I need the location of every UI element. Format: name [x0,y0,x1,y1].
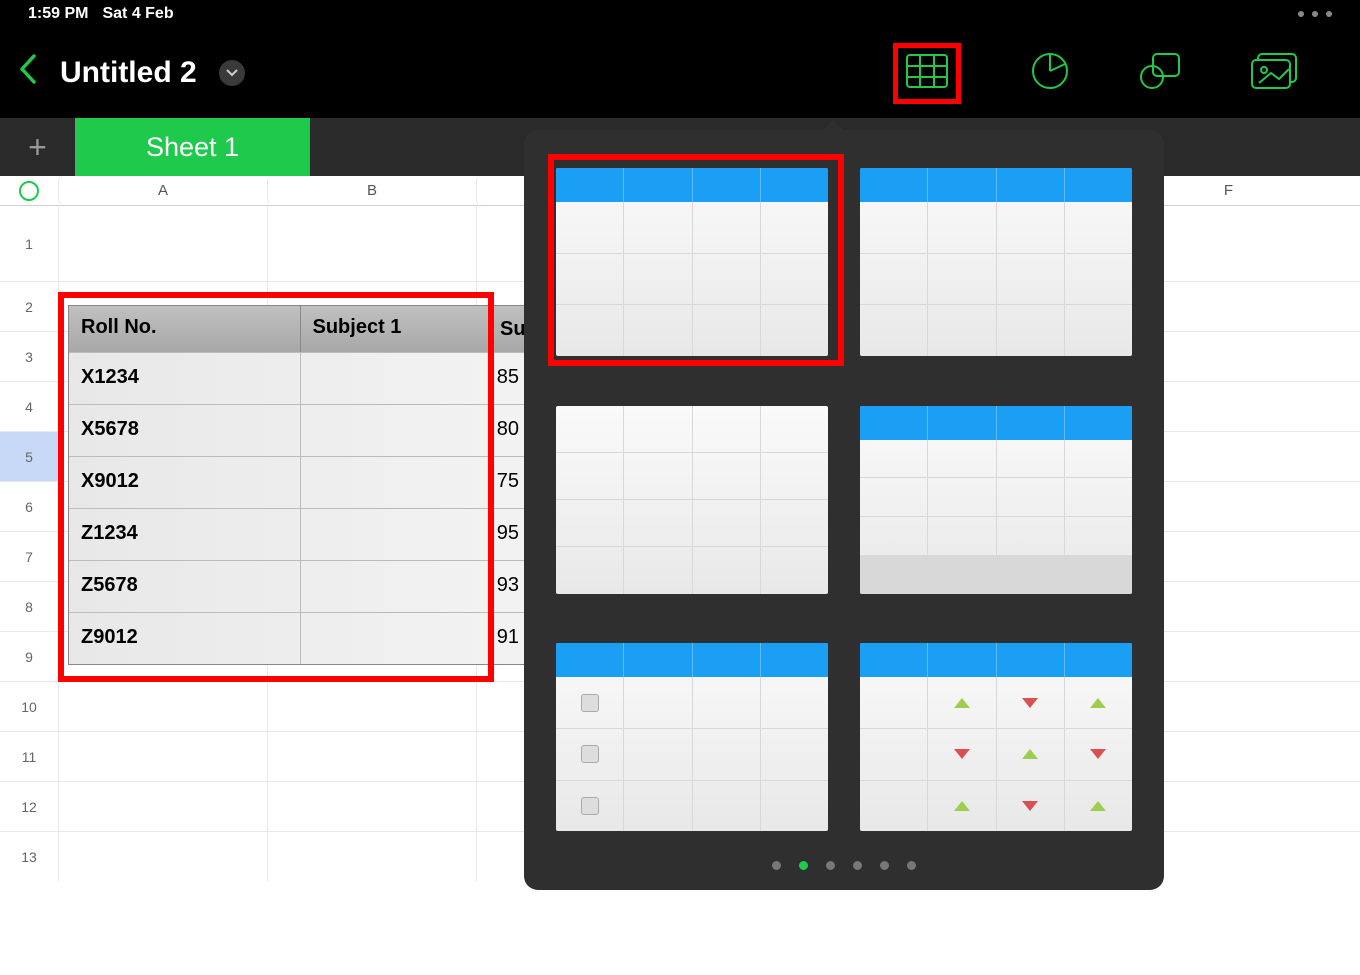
page-dot[interactable] [772,861,781,870]
cell-roll[interactable]: Z1234 [69,509,301,560]
page-indicator[interactable] [556,843,1132,870]
column-header-B[interactable]: B [267,176,476,205]
triangle-up-icon [1022,749,1038,759]
page-dot[interactable] [880,861,889,870]
document-title[interactable]: Untitled 2 [60,56,197,90]
row-header-3[interactable]: 3 [0,331,58,381]
cell-s1[interactable]: 75 [301,457,533,508]
header-subject-1[interactable]: Subject 1 [301,306,533,352]
table-template-5[interactable] [556,643,828,831]
row-header-5[interactable]: 5 [0,431,58,481]
cell-s1[interactable]: 93 [301,561,533,612]
cell-roll[interactable]: X5678 [69,405,301,456]
table-template-2[interactable] [860,168,1132,356]
row-header-6[interactable]: 6 [0,481,58,531]
media-tool-icon[interactable] [1251,53,1297,94]
row-header-9[interactable]: 9 [0,631,58,681]
table-tool-icon[interactable] [893,43,961,104]
row-headers: 1 2 3 4 5 6 7 8 9 10 11 12 13 [0,206,58,881]
row-header-2[interactable]: 2 [0,281,58,331]
header-roll-no[interactable]: Roll No. [69,306,301,352]
page-dot[interactable] [826,861,835,870]
page-dot-active[interactable] [799,861,808,870]
table-template-3[interactable] [556,406,828,594]
table-styles-popover [524,130,1164,890]
more-icon[interactable] [1298,11,1332,17]
cell-roll[interactable]: Z5678 [69,561,301,612]
status-date: Sat 4 Feb [102,5,173,23]
triangle-up-icon [1090,801,1106,811]
cell-s1[interactable]: 80 [301,405,533,456]
row-header-12[interactable]: 12 [0,781,58,831]
status-bar: 1:59 PM Sat 4 Feb [0,0,1360,28]
back-icon[interactable] [18,52,38,95]
page-dot[interactable] [907,861,916,870]
sheet-tab-1[interactable]: Sheet 1 [75,118,310,176]
chart-tool-icon[interactable] [1031,52,1069,95]
shape-tool-icon[interactable] [1139,52,1181,95]
table-template-6[interactable] [860,643,1132,831]
page-dot[interactable] [853,861,862,870]
row-header-8[interactable]: 8 [0,581,58,631]
triangle-down-icon [1090,749,1106,759]
status-time: 1:59 PM [28,5,88,23]
cell-s1[interactable]: 91 [301,613,533,664]
column-header-A[interactable]: A [58,176,267,205]
triangle-up-icon [954,801,970,811]
cell-roll[interactable]: Z9012 [69,613,301,664]
partial-header-text: Su [500,318,526,341]
cell-roll[interactable]: X9012 [69,457,301,508]
title-bar: Untitled 2 [0,28,1360,118]
row-header-7[interactable]: 7 [0,531,58,581]
cell-s1[interactable]: 95 [301,509,533,560]
row-header-4[interactable]: 4 [0,381,58,431]
row-header-13[interactable]: 13 [0,831,58,881]
row-header-10[interactable]: 10 [0,681,58,731]
triangle-down-icon [1022,801,1038,811]
select-all-corner[interactable] [0,181,58,201]
triangle-up-icon [954,698,970,708]
table-template-4[interactable] [860,406,1132,594]
row-header-1[interactable]: 1 [0,206,58,281]
table-template-1[interactable] [556,168,828,356]
cell-s1[interactable]: 85 [301,353,533,404]
triangle-up-icon [1090,698,1106,708]
triangle-down-icon [954,749,970,759]
row-header-11[interactable]: 11 [0,731,58,781]
chevron-down-icon[interactable] [219,60,245,86]
add-sheet-button[interactable]: + [0,118,75,176]
triangle-down-icon [1022,698,1038,708]
cell-roll[interactable]: X1234 [69,353,301,404]
